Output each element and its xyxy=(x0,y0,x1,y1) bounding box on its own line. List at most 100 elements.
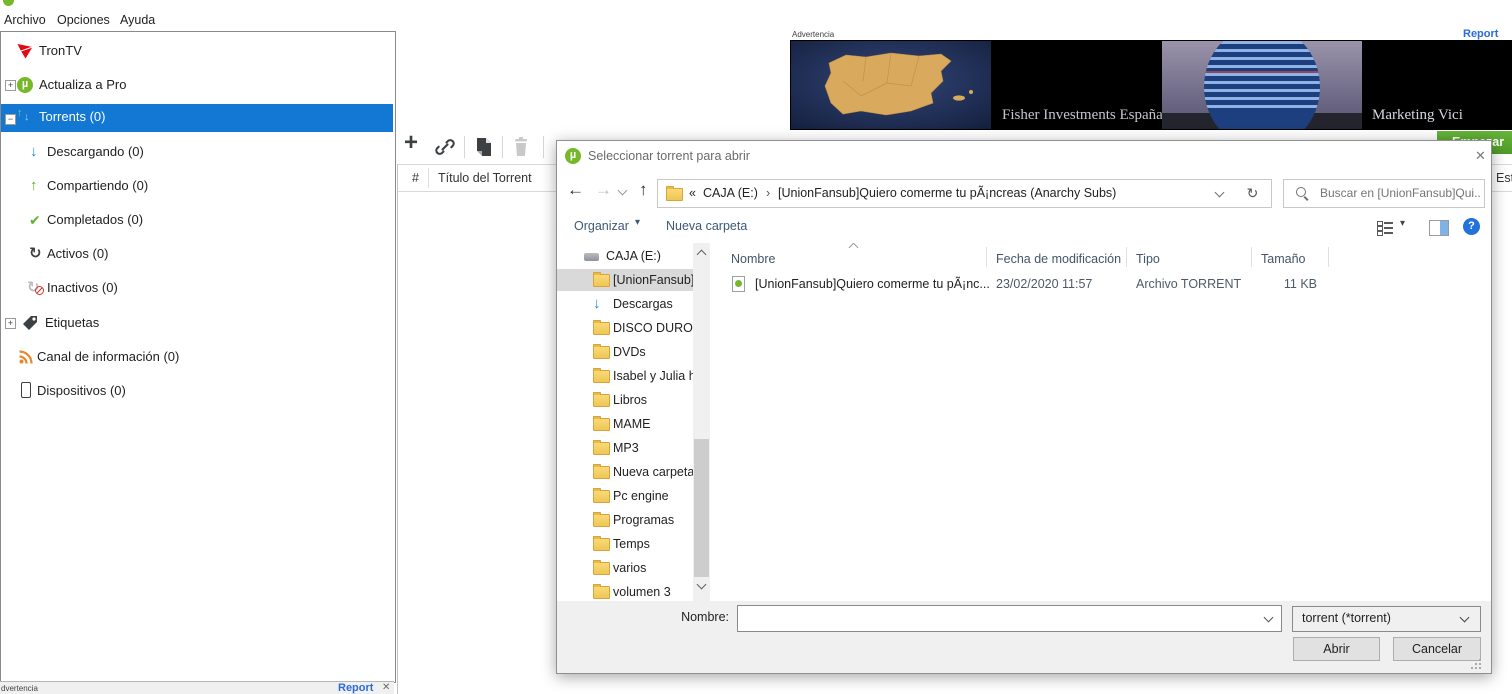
tree-item[interactable]: DISCO DURO N xyxy=(557,317,693,339)
ad-caption-marketing[interactable]: Marketing Vici xyxy=(1372,107,1463,124)
tree-item[interactable]: Programas xyxy=(557,509,693,531)
sidebar-item-completados[interactable]: ✔ Completados (0) xyxy=(1,208,393,232)
sidebar-item-etiquetas[interactable]: + Etiquetas xyxy=(1,311,393,335)
sidebar-item-canal[interactable]: Canal de información (0) xyxy=(1,345,393,369)
tree-item[interactable]: Libros xyxy=(557,389,693,411)
tree-item[interactable]: Nueva carpeta xyxy=(557,461,693,483)
column-tamano[interactable]: Tamaño xyxy=(1261,248,1305,270)
remove-torrent-button[interactable] xyxy=(510,136,532,158)
sidebar-item-activos[interactable]: ↻ Activos (0) xyxy=(1,242,393,266)
tree-item[interactable]: DVDs xyxy=(557,341,693,363)
sidebar-item-inactivos[interactable]: ↻ Inactivos (0) xyxy=(1,276,393,300)
cancel-button[interactable]: Cancelar xyxy=(1393,637,1481,661)
organize-button[interactable]: Organizar xyxy=(574,219,629,233)
tree-item[interactable]: MP3 xyxy=(557,437,693,459)
address-bar[interactable]: « CAJA (E:) › [UnionFansub]Quiero comerm… xyxy=(657,179,1236,208)
tree-item[interactable]: Pc engine xyxy=(557,485,693,507)
file-list-header: Nombre Fecha de modificación Tipo Tamaño xyxy=(710,245,1491,267)
tree-item[interactable]: varios xyxy=(557,557,693,579)
column-separator[interactable] xyxy=(428,168,429,188)
tree-item[interactable]: Isabel y Julia ha xyxy=(557,365,693,387)
view-list-icon[interactable] xyxy=(1377,220,1393,234)
tree-item[interactable]: volumen 3 xyxy=(557,581,693,601)
filename-dropdown-icon[interactable] xyxy=(1264,613,1274,623)
view-caret-icon[interactable]: ▾ xyxy=(1400,218,1405,229)
address-dropdown-icon[interactable] xyxy=(1215,188,1225,198)
scroll-up-icon[interactable] xyxy=(697,250,707,260)
scrollbar-thumb[interactable] xyxy=(694,439,709,577)
column-title[interactable]: Título del Torrent xyxy=(438,167,532,189)
create-torrent-button[interactable] xyxy=(474,136,494,158)
sidebar-item-actualiza-pro[interactable]: + µ Actualiza a Pro xyxy=(1,73,393,97)
filetype-dropdown-icon[interactable] xyxy=(1460,613,1470,623)
column-tipo[interactable]: Tipo xyxy=(1136,248,1160,270)
sidebar-item-torrents[interactable]: − ↑ ↓ Torrents (0) xyxy=(1,104,393,132)
sidebar-item-dispositivos[interactable]: Dispositivos (0) xyxy=(1,379,393,403)
sidebar-report-link[interactable]: Report xyxy=(338,682,373,694)
utorrent-logo-icon: µ xyxy=(17,77,33,93)
folder-icon xyxy=(593,346,610,359)
column-number[interactable]: # xyxy=(412,167,419,189)
sidebar-item-compartiendo[interactable]: ↑ Compartiendo (0) xyxy=(1,174,393,198)
sort-ascending-icon xyxy=(849,243,859,252)
new-folder-button[interactable]: Nueva carpeta xyxy=(666,219,747,233)
search-input[interactable] xyxy=(1318,182,1482,204)
resize-grip[interactable] xyxy=(1479,659,1481,661)
ad-banner[interactable]: Fisher Investments España xyxy=(790,40,1512,130)
tree-scrollbar[interactable] xyxy=(693,243,710,601)
column-status[interactable]: Estado xyxy=(1496,167,1512,189)
ad-report-link[interactable]: Report xyxy=(1463,28,1498,40)
file-size: 11 KB xyxy=(1261,273,1317,295)
organize-caret-icon[interactable]: ▾ xyxy=(635,217,640,228)
add-torrent-button[interactable]: + xyxy=(404,129,418,157)
ad-spain-map-image xyxy=(791,41,991,129)
torrents-icon: ↑ ↓ xyxy=(17,107,33,123)
toolbar-separator xyxy=(502,136,503,158)
menu-ayuda[interactable]: Ayuda xyxy=(120,13,155,27)
tree-item[interactable]: Temps xyxy=(557,533,693,555)
ad-close-icon[interactable]: ✕ xyxy=(382,682,390,693)
preview-pane-icon[interactable] xyxy=(1429,220,1449,236)
expand-toggle[interactable]: + xyxy=(5,80,16,91)
scroll-down-icon[interactable] xyxy=(697,580,707,590)
dialog-titlebar[interactable]: µ Seleccionar torrent para abrir ✕ xyxy=(557,141,1491,173)
open-button[interactable]: Abrir xyxy=(1293,637,1380,661)
breadcrumb-folder[interactable]: [UnionFansub]Quiero comerme tu pÃ¡ncreas… xyxy=(778,186,1116,200)
list-left-border xyxy=(397,164,398,694)
download-icon: ↓ xyxy=(30,140,38,164)
help-button[interactable]: ? xyxy=(1463,218,1480,235)
folder-icon xyxy=(593,418,610,431)
tree-item-drive[interactable]: CAJA (E:) xyxy=(557,245,693,267)
sidebar-item-label: Completados (0) xyxy=(47,208,143,232)
menu-bar: Archivo Opciones Ayuda xyxy=(0,10,1512,31)
column-nombre[interactable]: Nombre xyxy=(731,248,775,270)
add-from-url-button[interactable] xyxy=(434,136,456,158)
file-row[interactable]: [UnionFansub]Quiero comerme tu pÃ¡nc... … xyxy=(710,273,1491,295)
search-box[interactable] xyxy=(1283,179,1485,208)
sidebar-item-trontv[interactable]: TronTV xyxy=(1,39,393,63)
filename-field[interactable] xyxy=(737,605,1282,632)
back-button[interactable]: ← xyxy=(567,180,584,200)
menu-archivo[interactable]: Archivo xyxy=(4,13,46,27)
sidebar-item-descargando[interactable]: ↓ Descargando (0) xyxy=(1,140,393,164)
tree-item-selected[interactable]: [UnionFansub] xyxy=(557,269,693,291)
history-dropdown-icon[interactable] xyxy=(618,186,628,196)
forward-button[interactable]: → xyxy=(595,180,612,200)
folder-icon xyxy=(593,538,610,551)
tree-item-label: DVDs xyxy=(613,341,646,363)
up-button[interactable]: ↑ xyxy=(639,180,648,200)
refresh-button[interactable]: ↻ xyxy=(1234,179,1272,208)
filename-input[interactable] xyxy=(742,608,1256,629)
filetype-select[interactable]: torrent (*torrent) xyxy=(1292,606,1481,632)
ad-caption-fisher[interactable]: Fisher Investments España xyxy=(1002,107,1163,124)
tree-item[interactable]: MAME xyxy=(557,413,693,435)
breadcrumb-drive[interactable]: CAJA (E:) xyxy=(703,186,758,200)
tree-item[interactable]: ↓ Descargas xyxy=(557,293,693,315)
tree-item-label: Programas xyxy=(613,509,674,531)
nav-tree: CAJA (E:) [UnionFansub] ↓ Descargas DISC… xyxy=(557,243,693,601)
menu-opciones[interactable]: Opciones xyxy=(57,13,110,27)
dialog-close-icon[interactable]: ✕ xyxy=(1475,148,1486,164)
column-fecha[interactable]: Fecha de modificación xyxy=(996,248,1121,270)
collapse-toggle[interactable]: − xyxy=(5,114,16,125)
expand-toggle[interactable]: + xyxy=(5,318,16,329)
